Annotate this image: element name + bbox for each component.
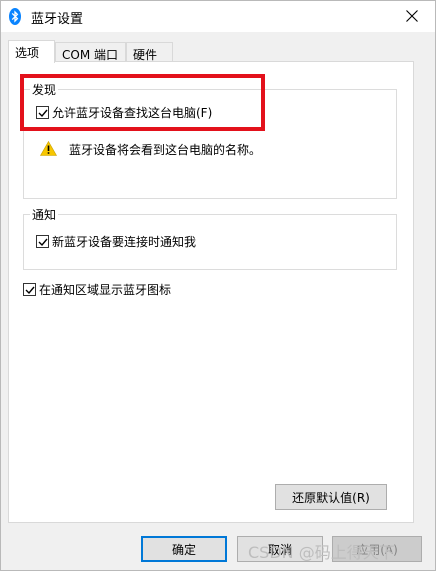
notify-new-device-checkbox[interactable]: 新蓝牙设备要连接时通知我: [36, 233, 196, 250]
checkbox-box[interactable]: [36, 235, 49, 248]
tab-label: 硬件: [133, 48, 158, 62]
button-label: 取消: [267, 542, 292, 557]
checkbox-box[interactable]: [23, 283, 36, 296]
close-icon: [406, 10, 418, 22]
restore-defaults-button[interactable]: 还原默认值(R): [275, 484, 387, 510]
tab-com-ports[interactable]: COM 端口: [55, 42, 126, 63]
discovery-warning-text: 蓝牙设备将会看到这台电脑的名称。: [69, 143, 262, 157]
tab-label: 选项: [15, 46, 40, 60]
tab-strip: 选项 COM 端口 硬件: [1, 32, 435, 63]
checkmark-icon: [25, 286, 35, 295]
bluetooth-icon: [9, 8, 21, 25]
button-label: 确定: [171, 542, 196, 557]
button-label: 还原默认值(R): [292, 490, 370, 505]
ok-button[interactable]: 确定: [141, 536, 227, 562]
show-tray-icon-label: 在通知区域显示蓝牙图标: [39, 283, 172, 297]
tab-label: COM 端口: [62, 48, 118, 62]
tab-options[interactable]: 选项: [8, 40, 55, 63]
bluetooth-settings-dialog: 蓝牙设置 选项 COM 端口 硬件 发现 通知 允许蓝牙设备查找这台电脑(F) …: [0, 0, 436, 571]
notifications-legend: 通知: [30, 206, 59, 223]
warning-icon: [40, 141, 57, 156]
close-button[interactable]: [389, 1, 435, 32]
notify-new-device-label: 新蓝牙设备要连接时通知我: [52, 235, 197, 249]
highlight-annotation: [20, 74, 265, 131]
show-tray-icon-checkbox[interactable]: 在通知区域显示蓝牙图标: [23, 281, 171, 298]
checkmark-icon: [38, 238, 48, 247]
button-label: 应用(A): [356, 542, 398, 557]
apply-button[interactable]: 应用(A): [332, 536, 422, 562]
cancel-button[interactable]: 取消: [237, 536, 323, 562]
title-bar: 蓝牙设置: [1, 1, 435, 32]
window-title: 蓝牙设置: [31, 12, 84, 27]
tab-hardware[interactable]: 硬件: [126, 42, 173, 63]
